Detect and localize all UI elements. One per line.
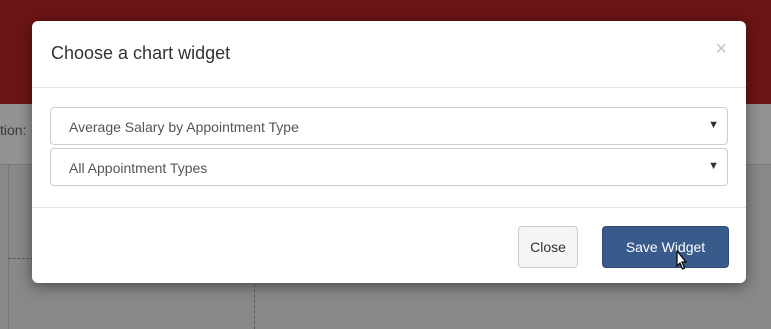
mouse-pointer-icon bbox=[676, 250, 688, 270]
save-widget-button[interactable]: Save Widget bbox=[602, 226, 729, 268]
modal-header: Choose a chart widget × bbox=[32, 21, 746, 88]
dashboard-guide-line bbox=[8, 258, 34, 259]
close-icon[interactable]: × bbox=[715, 39, 727, 59]
chevron-down-icon: ▼ bbox=[708, 160, 719, 172]
modal-title: Choose a chart widget bbox=[51, 43, 231, 63]
modal-footer: Close Save Widget bbox=[32, 207, 746, 284]
close-button[interactable]: Close bbox=[518, 226, 578, 268]
appointment-type-select[interactable]: All Appointment Types ▼ bbox=[50, 148, 728, 186]
appointment-type-select-value: All Appointment Types bbox=[69, 160, 208, 176]
modal-body: Average Salary by Appointment Type ▼ All… bbox=[50, 107, 728, 189]
chart-type-select[interactable]: Average Salary by Appointment Type ▼ bbox=[50, 107, 728, 145]
chart-type-select-value: Average Salary by Appointment Type bbox=[69, 119, 299, 135]
app-left-panel bbox=[0, 165, 9, 329]
chart-widget-modal: Choose a chart widget × Average Salary b… bbox=[32, 21, 746, 283]
dashboard-guide-line bbox=[254, 284, 255, 329]
chevron-down-icon: ▼ bbox=[708, 119, 719, 131]
app-tab-fragment: tion: bbox=[0, 122, 27, 138]
